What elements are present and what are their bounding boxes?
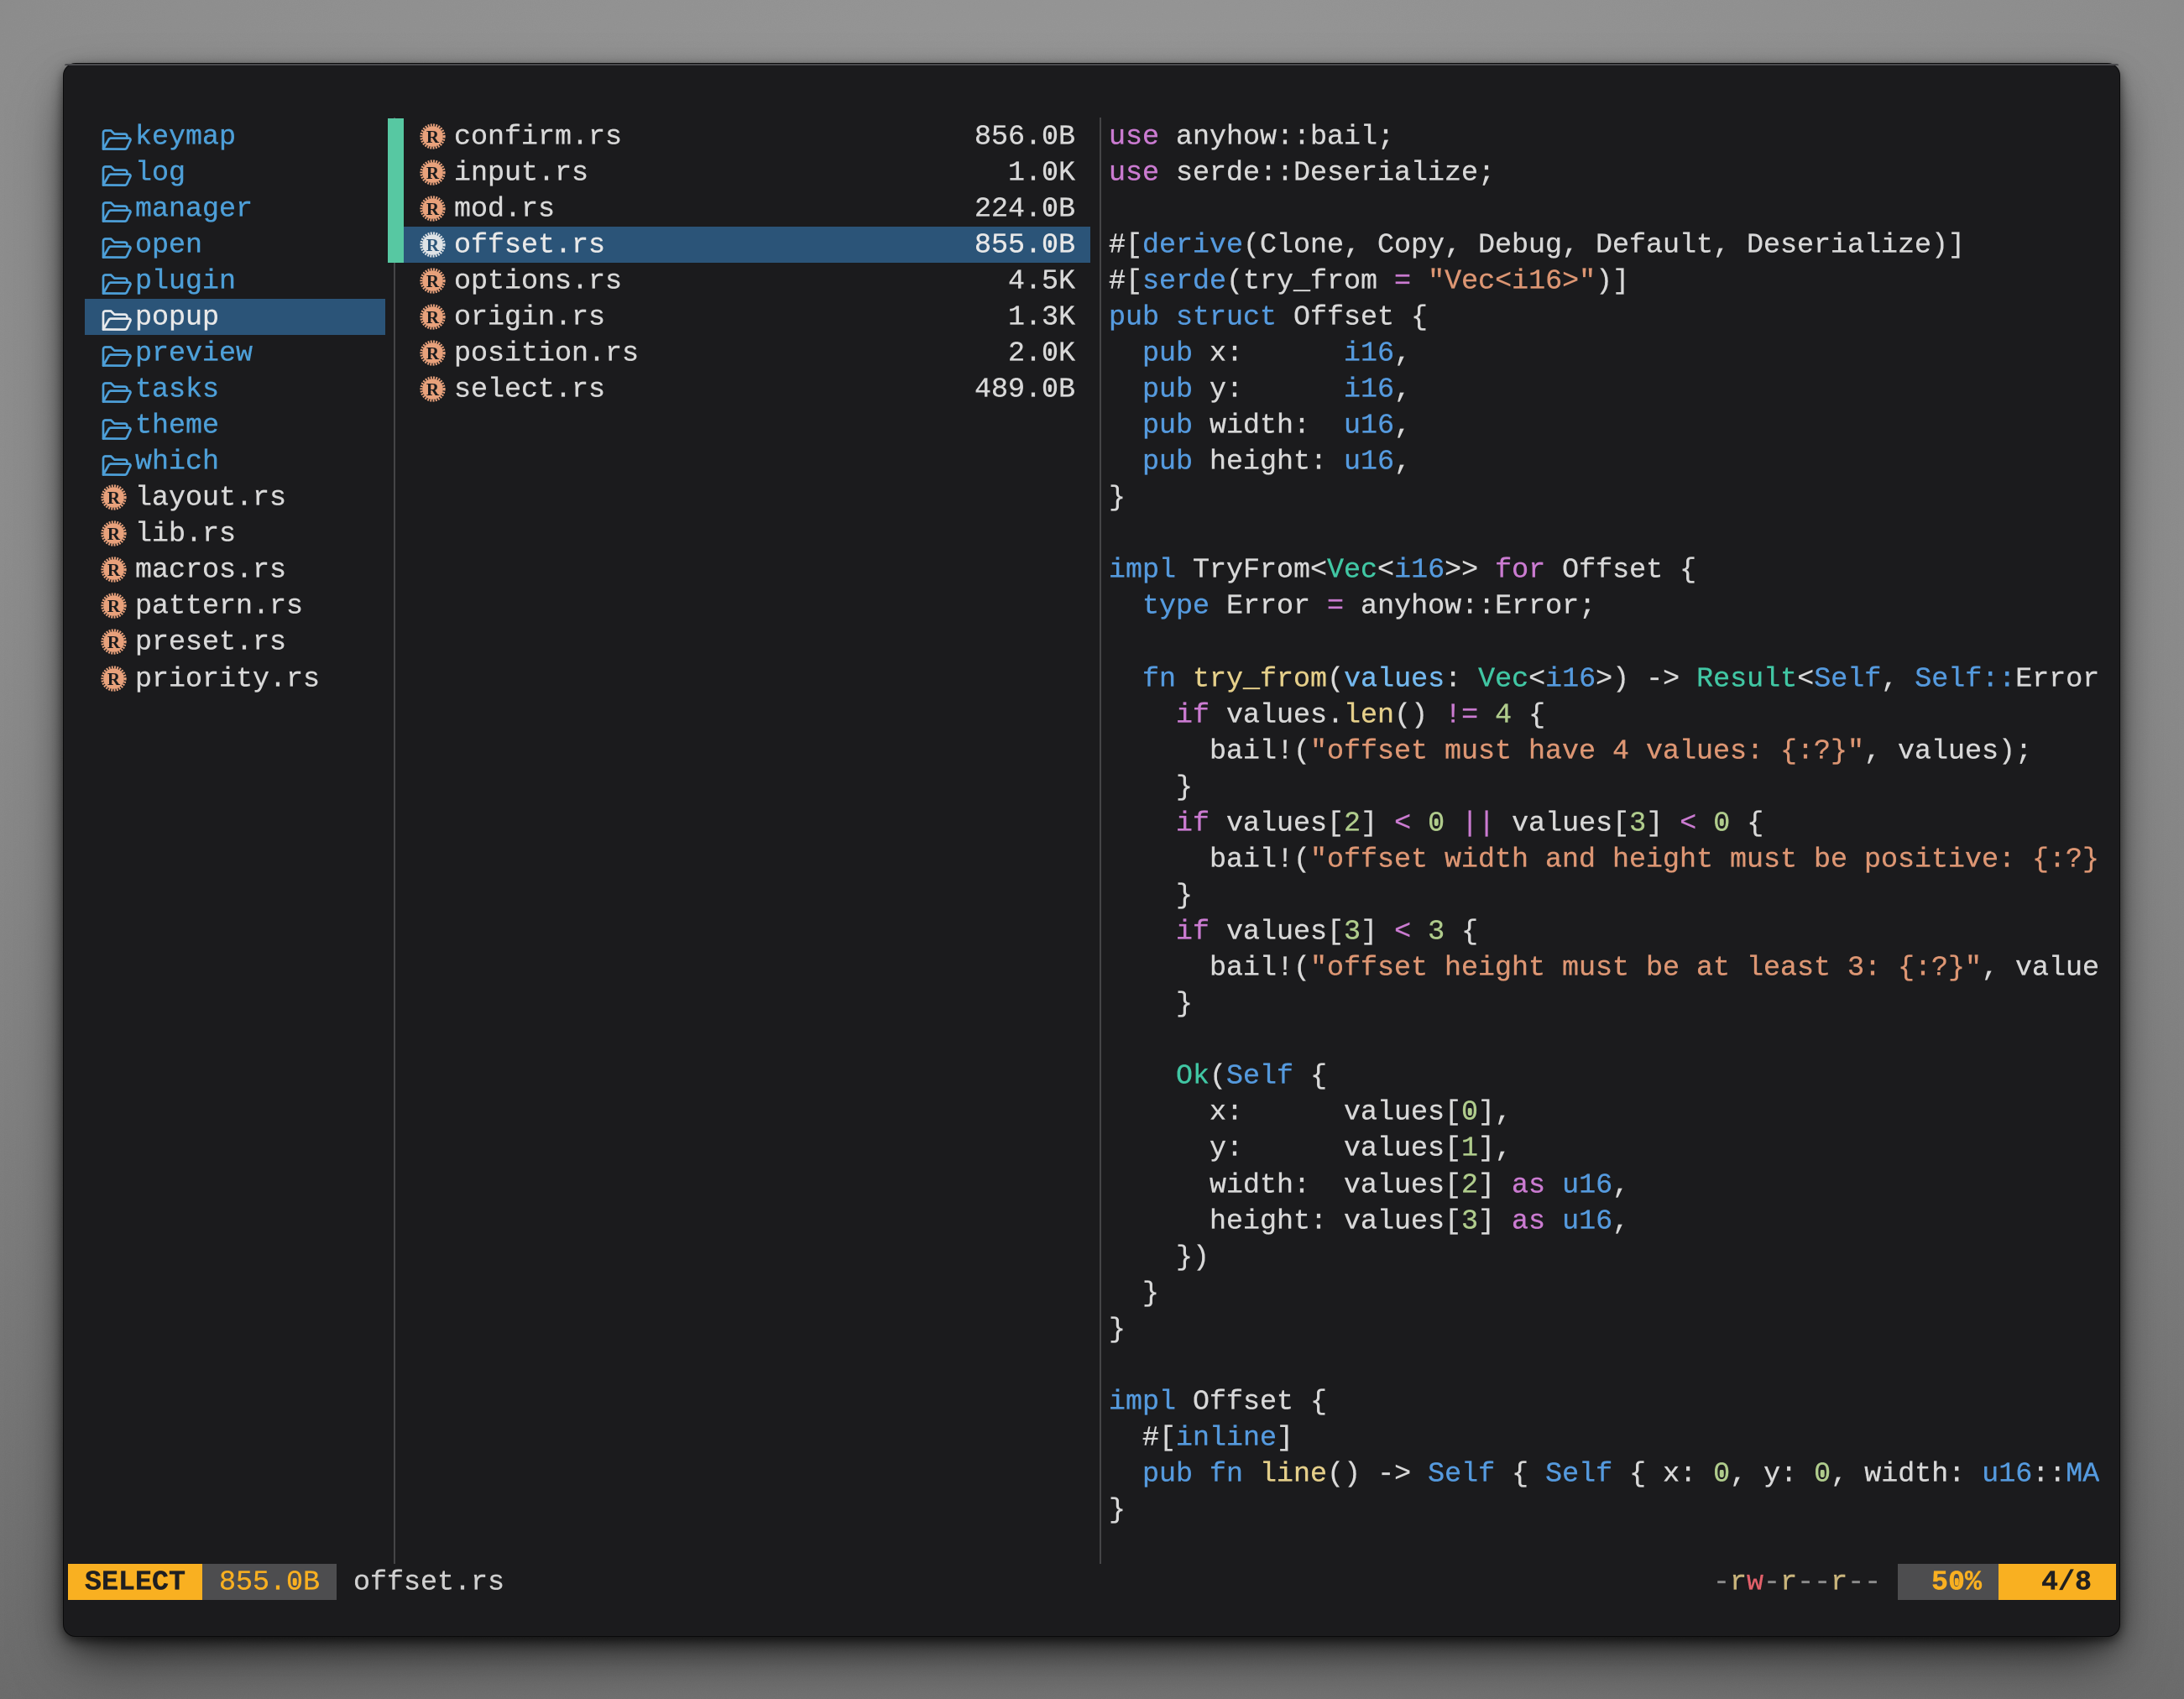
svg-text:R: R <box>107 524 121 544</box>
svg-text:R: R <box>107 632 121 652</box>
svg-text:R: R <box>426 307 440 327</box>
svg-text:R: R <box>426 126 440 146</box>
svg-text:R: R <box>426 379 440 400</box>
svg-text:R: R <box>426 343 440 363</box>
svg-text:R: R <box>107 488 121 508</box>
svg-text:R: R <box>426 235 440 255</box>
svg-text:R: R <box>426 198 440 218</box>
svg-text:R: R <box>426 271 440 291</box>
svg-text:R: R <box>107 668 121 688</box>
svg-text:R: R <box>107 596 121 616</box>
svg-text:R: R <box>426 162 440 182</box>
svg-text:R: R <box>107 560 121 580</box>
